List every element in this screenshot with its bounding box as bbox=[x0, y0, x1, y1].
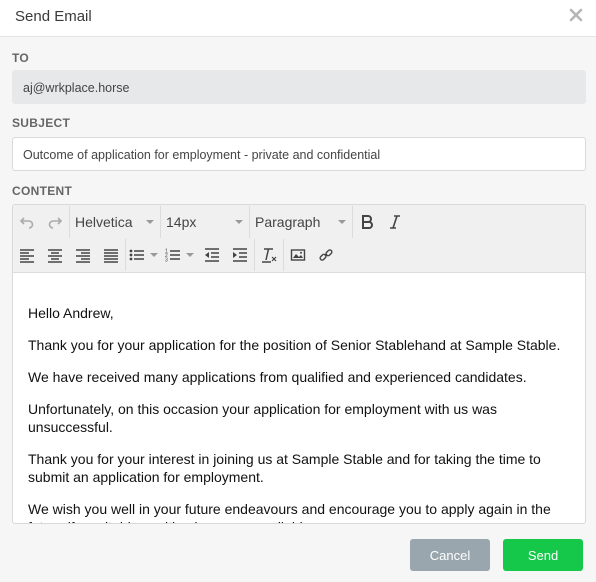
toolbar-row-2: 123 bbox=[13, 239, 340, 271]
dialog-header: Send Email bbox=[0, 0, 596, 37]
subject-label: SUBJECT bbox=[12, 116, 71, 130]
chevron-down-icon bbox=[146, 220, 154, 224]
link-icon[interactable] bbox=[312, 241, 340, 269]
chevron-down-icon[interactable] bbox=[186, 253, 194, 257]
body-paragraph: We have received many applications from … bbox=[28, 369, 527, 385]
align-right-icon[interactable] bbox=[69, 241, 97, 269]
body-paragraph: We wish you well in your future endeavou… bbox=[28, 501, 551, 523]
image-icon[interactable] bbox=[284, 241, 312, 269]
toolbar-row-1: Helvetica 14px Paragraph bbox=[13, 206, 409, 238]
send-button[interactable]: Send bbox=[503, 539, 583, 571]
outdent-icon[interactable] bbox=[198, 241, 226, 269]
redo-icon[interactable] bbox=[41, 208, 69, 236]
font-family-value: Helvetica bbox=[75, 214, 133, 230]
align-justify-icon[interactable] bbox=[97, 241, 125, 269]
align-center-icon[interactable] bbox=[41, 241, 69, 269]
close-icon[interactable] bbox=[568, 4, 584, 26]
align-left-icon[interactable] bbox=[13, 241, 41, 269]
indent-icon[interactable] bbox=[226, 241, 254, 269]
chevron-down-icon[interactable] bbox=[150, 253, 158, 257]
undo-icon[interactable] bbox=[13, 208, 41, 236]
to-field[interactable]: aj@wrkplace.horse bbox=[12, 70, 586, 104]
body-paragraph: Thank you for your interest in joining u… bbox=[28, 451, 541, 485]
rich-text-editor: Helvetica 14px Paragraph 1 2 3 Hello And… bbox=[12, 204, 586, 524]
bold-icon[interactable] bbox=[353, 208, 381, 236]
body-paragraph: Hello Andrew, bbox=[28, 305, 114, 321]
editor-toolbar: Helvetica 14px Paragraph 1 2 3 bbox=[13, 205, 585, 273]
dialog-title: Send Email bbox=[15, 8, 92, 25]
body-paragraph: Thank you for your application for the p… bbox=[28, 337, 561, 353]
font-size-value: 14px bbox=[166, 214, 197, 230]
font-family-select[interactable]: Helvetica bbox=[70, 208, 160, 236]
clear-formatting-icon[interactable] bbox=[255, 241, 283, 269]
numbered-list-icon[interactable]: 123 bbox=[162, 241, 184, 269]
font-size-select[interactable]: 14px bbox=[161, 208, 249, 236]
subject-field[interactable]: Outcome of application for employment - … bbox=[12, 137, 586, 171]
content-label: CONTENT bbox=[12, 184, 73, 198]
email-body[interactable]: Hello Andrew, Thank you for your applica… bbox=[13, 274, 585, 523]
italic-icon[interactable] bbox=[381, 208, 409, 236]
cancel-button[interactable]: Cancel bbox=[410, 539, 490, 571]
body-paragraph: Unfortunately, on this occasion your app… bbox=[28, 401, 497, 435]
to-label: TO bbox=[12, 51, 30, 65]
chevron-down-icon bbox=[235, 220, 243, 224]
block-format-value: Paragraph bbox=[255, 214, 321, 230]
svg-text:3: 3 bbox=[165, 258, 168, 264]
block-format-select[interactable]: Paragraph bbox=[250, 208, 352, 236]
send-email-dialog: Send Email TO aj@wrkplace.horse SUBJECT … bbox=[0, 0, 596, 582]
bullet-list-icon[interactable] bbox=[126, 241, 148, 269]
chevron-down-icon bbox=[338, 220, 346, 224]
